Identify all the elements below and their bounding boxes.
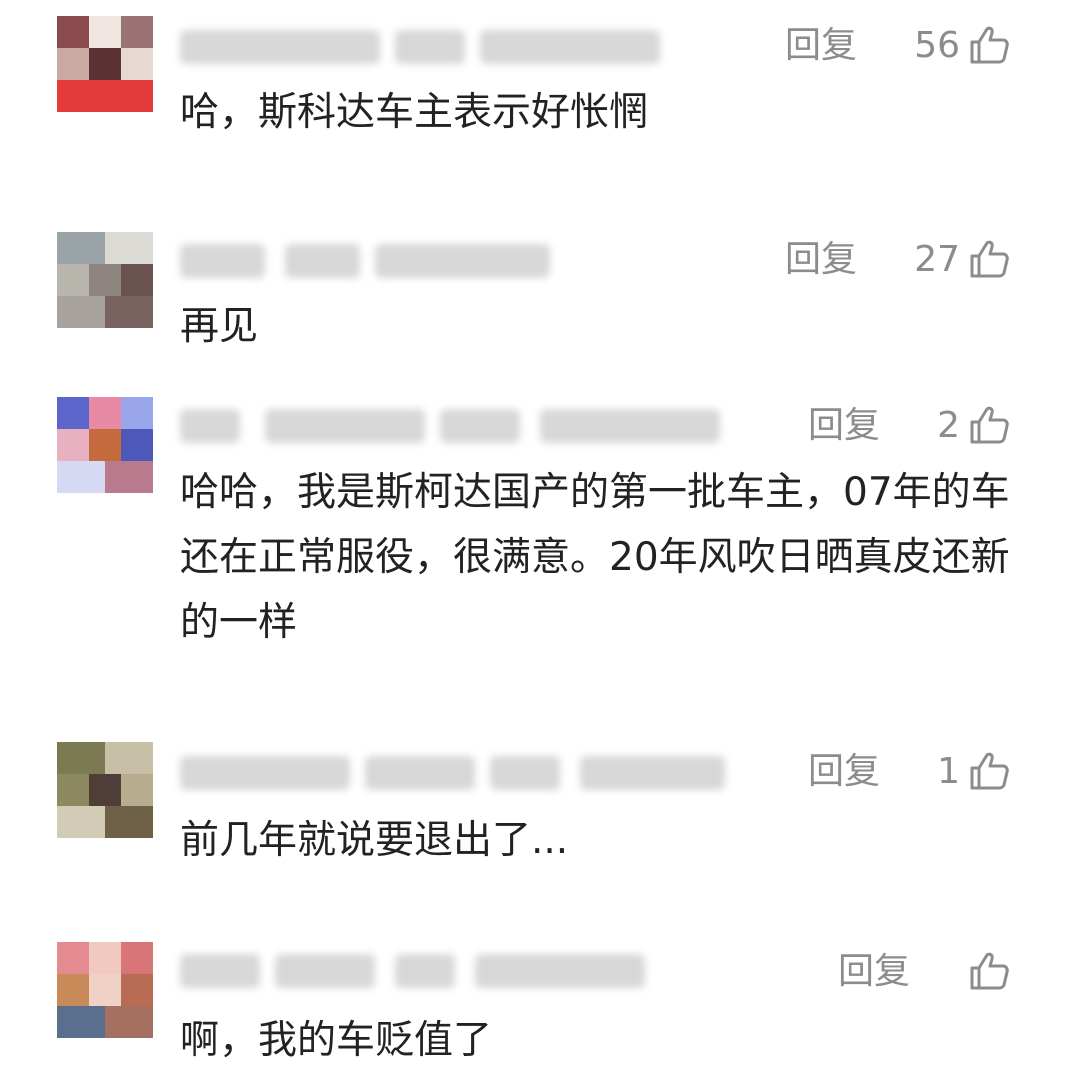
thumbs-up-icon[interactable] [968,24,1010,66]
comment-text: 再见 [180,304,259,349]
reply-button[interactable]: 回复 [808,752,880,792]
username-blurred [180,409,740,443]
comment-text: 啊，我的车贬值了 [180,1018,493,1063]
thumbs-up-icon[interactable] [968,950,1010,992]
comment-text: 前几年就说要退出了... [180,818,569,863]
like-count: 27 [914,239,960,280]
reply-button[interactable]: 回复 [838,952,910,992]
thumbs-up-icon[interactable] [968,238,1010,280]
thumbs-up-icon[interactable] [968,404,1010,446]
comment-text: 哈哈，我是斯柯达国产的第一批车主，07年的车还在正常服役，很满意。20年风吹日晒… [180,470,1010,645]
avatar[interactable] [57,397,153,493]
avatar[interactable] [57,232,153,328]
username-blurred [180,244,580,278]
avatar[interactable] [57,16,153,112]
username-blurred [180,954,680,988]
thumbs-up-icon[interactable] [968,750,1010,792]
username-blurred [180,30,680,64]
like-count: 1 [937,751,960,792]
avatar[interactable] [57,742,153,838]
reply-button[interactable]: 回复 [785,26,857,66]
avatar[interactable] [57,942,153,1038]
like-count: 56 [914,25,960,66]
reply-button[interactable]: 回复 [808,406,880,446]
username-blurred [180,756,740,790]
comment-text: 哈，斯科达车主表示好怅惘 [180,90,649,135]
like-count: 2 [937,405,960,446]
reply-button[interactable]: 回复 [785,240,857,280]
